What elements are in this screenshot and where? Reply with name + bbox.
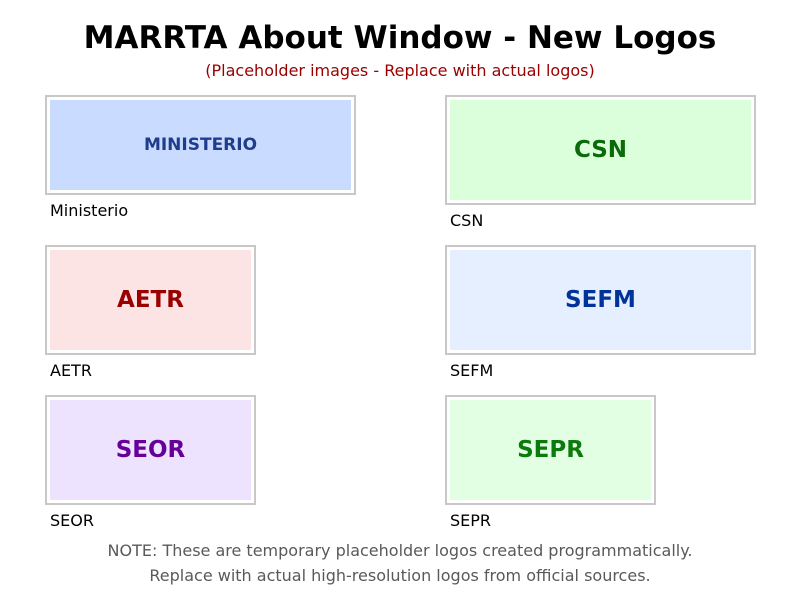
caption-sefm: SEFM [450,361,494,380]
page-subtitle: (Placeholder images - Replace with actua… [205,61,595,80]
logo-csn: CSN [445,95,756,205]
logo-sefm: SEFM [445,245,756,355]
logo-seor-text: SEOR [115,437,186,463]
logo-aetr-text: AETR [117,287,184,313]
caption-ministerio: Ministerio [50,201,129,220]
logo-ministerio-placeholder: MINISTERIO [50,100,351,190]
logo-csn-text: CSN [573,137,628,163]
logo-sefm-placeholder: SEFM [450,250,751,350]
logo-seor-placeholder: SEOR [50,400,251,500]
logo-ministerio: MINISTERIO [45,95,356,195]
logo-ministerio-text: MINISTERIO [143,135,258,155]
logo-sepr-placeholder: SEPR [450,400,651,500]
caption-sepr: SEPR [450,511,492,530]
logo-sepr: SEPR [445,395,656,505]
logo-aetr: AETR [45,245,256,355]
caption-csn: CSN [450,211,484,230]
logo-sepr-text: SEPR [517,437,584,463]
footer-note-line-1: NOTE: These are temporary placeholder lo… [107,541,693,560]
logo-sefm-text: SEFM [565,287,636,313]
logo-aetr-placeholder: AETR [50,250,251,350]
caption-seor: SEOR [50,511,94,530]
caption-aetr: AETR [50,361,92,380]
page-title: MARRTA About Window - New Logos [83,20,717,56]
logo-csn-placeholder: CSN [450,100,751,200]
footer-note-line-2: Replace with actual high-resolution logo… [149,566,651,585]
logo-seor: SEOR [45,395,256,505]
